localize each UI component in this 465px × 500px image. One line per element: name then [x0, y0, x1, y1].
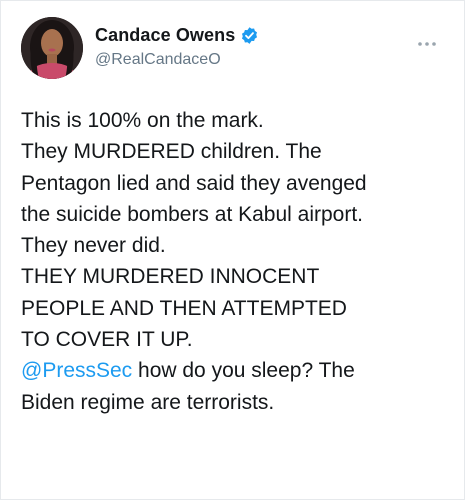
- tweet-line: This is 100% on the mark.: [21, 109, 264, 132]
- tweet-line-mention: @PressSec how do you sleep? The: [21, 355, 452, 386]
- mention-followup-text: how do you sleep? The: [132, 359, 355, 383]
- tweet-line: PEOPLE AND THEN ATTEMPTED: [21, 296, 347, 320]
- tweet-line: THEY MURDERED INNOCENT: [21, 265, 320, 289]
- tweet-line: They never did.: [21, 234, 166, 258]
- author-names: Candace Owens @RealCandaceO: [95, 23, 259, 69]
- avatar-photo: [21, 17, 83, 79]
- verified-badge-icon: [240, 26, 259, 45]
- tweet-card[interactable]: Candace Owens @RealCandaceO This is 100%…: [0, 0, 465, 500]
- display-name-row: Candace Owens: [95, 23, 259, 47]
- more-options-icon[interactable]: [416, 35, 438, 46]
- tweet-header: Candace Owens @RealCandaceO: [21, 17, 450, 81]
- tweet-line: the suicide bombers at Kabul airport.: [21, 202, 364, 226]
- avatar[interactable]: [21, 17, 83, 79]
- tweet-line: Biden regime are terrorists.: [21, 390, 275, 414]
- author-handle[interactable]: @RealCandaceO: [95, 51, 259, 69]
- display-name[interactable]: Candace Owens: [95, 25, 235, 46]
- tweet-line: TO COVER IT UP.: [21, 328, 193, 352]
- mention-link[interactable]: @PressSec: [21, 359, 132, 382]
- tweet-text: This is 100% on the mark. They MURDERED …: [21, 105, 452, 418]
- tweet-line: They MURDERED children. The: [21, 140, 322, 164]
- tweet-line: Pentagon lied and said they avenged: [21, 171, 367, 195]
